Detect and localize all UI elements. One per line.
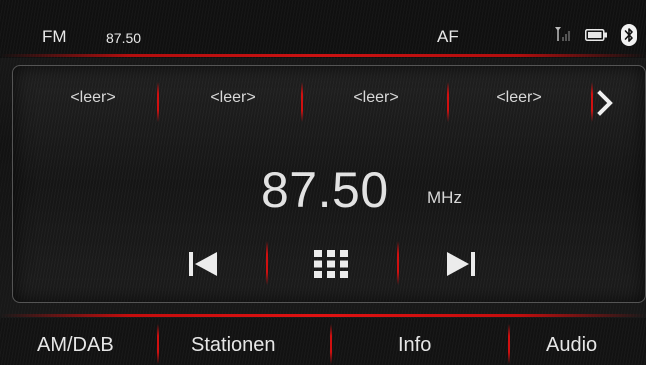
bottom-tab-bar: AM/DAB Stationen Info Audio (0, 314, 646, 365)
preset-3[interactable]: <leer> (316, 89, 436, 107)
signal-icon (555, 27, 570, 41)
radio-screen: FM 87.50 AF <leer> <leer> <leer> <leer> (0, 0, 646, 365)
status-bar: FM 87.50 AF (0, 0, 646, 58)
tab-divider (330, 324, 332, 364)
tab-info[interactable]: Info (398, 334, 431, 357)
grid-menu-icon[interactable] (313, 249, 349, 279)
tab-audio[interactable]: Audio (546, 334, 597, 357)
preset-divider (447, 82, 449, 122)
status-frequency: 87.50 (106, 30, 142, 46)
frequency-unit: MHz (427, 188, 462, 207)
band-label: FM (42, 27, 67, 46)
control-divider (397, 241, 399, 285)
battery-icon (585, 29, 607, 41)
tab-am-dab[interactable]: AM/DAB (37, 334, 114, 357)
preset-divider (591, 82, 593, 122)
af-indicator: AF (437, 27, 459, 46)
next-icon[interactable] (445, 249, 477, 279)
control-divider (266, 241, 268, 285)
tuner-panel: <leer> <leer> <leer> <leer> 87.50 MHz (12, 65, 646, 303)
preset-2[interactable]: <leer> (173, 89, 293, 107)
preset-1[interactable]: <leer> (33, 89, 153, 107)
previous-icon[interactable] (187, 249, 219, 279)
bluetooth-icon (621, 24, 637, 46)
frequency-display: 87.50 (261, 162, 389, 218)
preset-divider (301, 82, 303, 122)
tab-divider (508, 324, 510, 364)
chevron-right-icon[interactable] (595, 90, 615, 116)
tab-bar-divider (0, 314, 646, 317)
tab-stationen[interactable]: Stationen (191, 334, 276, 357)
tab-divider (157, 324, 159, 364)
preset-divider (157, 82, 159, 122)
status-divider (0, 54, 646, 57)
preset-4[interactable]: <leer> (459, 89, 579, 107)
